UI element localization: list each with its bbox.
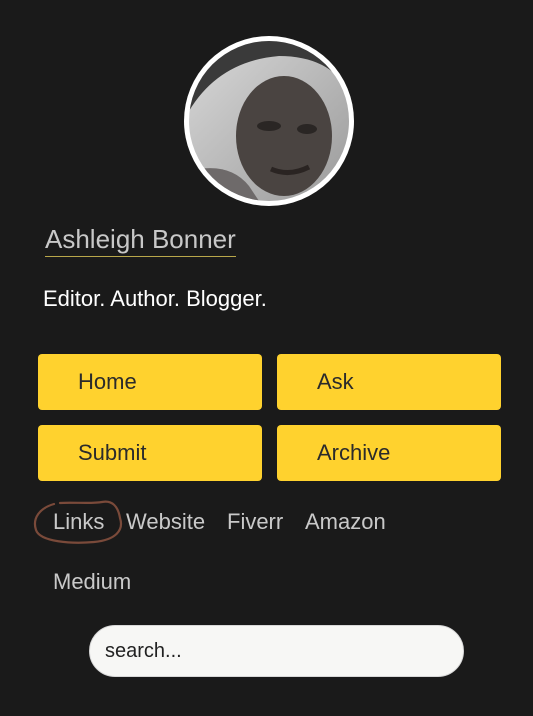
medium-link[interactable]: Medium (53, 569, 131, 595)
search-input[interactable] (89, 625, 464, 677)
fiverr-link[interactable]: Fiverr (227, 509, 283, 535)
website-link[interactable]: Website (126, 509, 205, 535)
ask-button[interactable]: Ask (277, 354, 501, 410)
amazon-link[interactable]: Amazon (305, 509, 386, 535)
avatar[interactable] (184, 36, 354, 206)
avatar-photo (189, 41, 349, 201)
profile-tagline: Editor. Author. Blogger. (43, 286, 267, 311)
links-link[interactable]: Links (53, 509, 104, 535)
home-button[interactable]: Home (38, 354, 262, 410)
profile-name[interactable]: Ashleigh Bonner (45, 224, 236, 257)
submit-button[interactable]: Submit (38, 425, 262, 481)
archive-button[interactable]: Archive (277, 425, 501, 481)
blog-sidebar: Ashleigh Bonner Editor. Author. Blogger.… (0, 0, 533, 716)
